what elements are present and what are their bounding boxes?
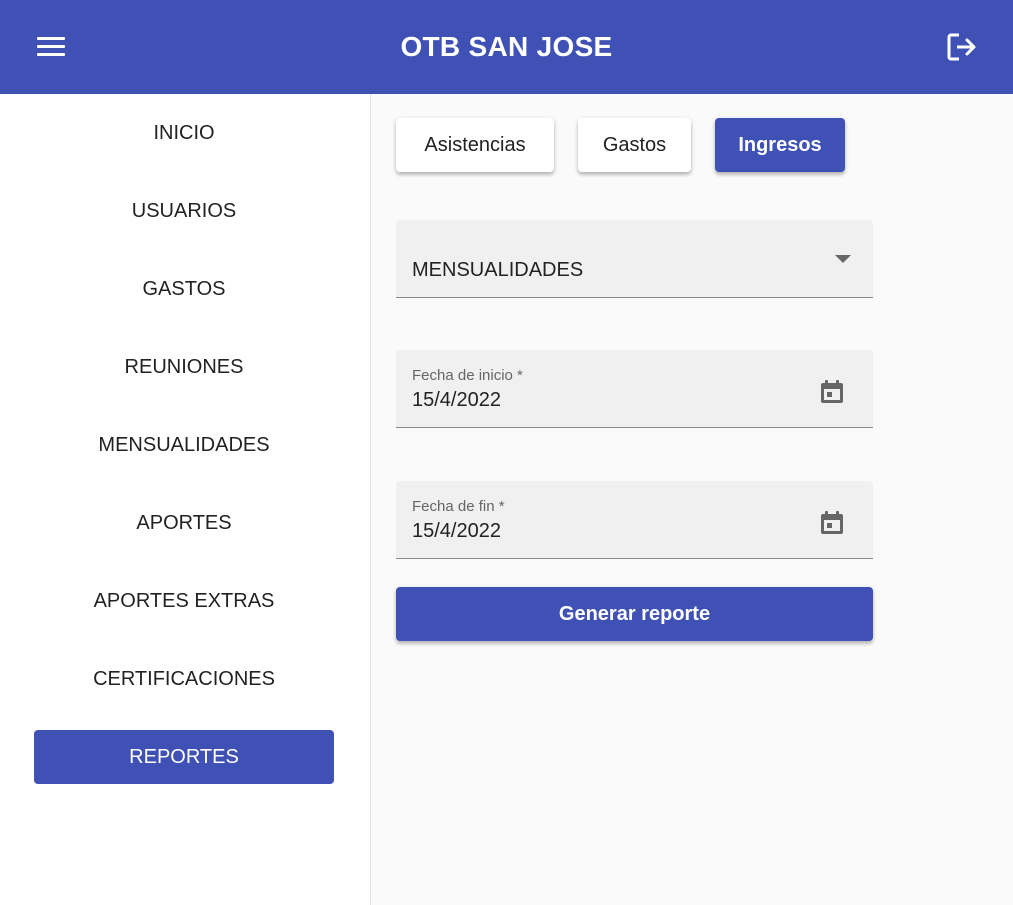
dropdown-arrow-icon[interactable] <box>835 255 851 263</box>
sidebar: INICIO USUARIOS GASTOS REUNIONES MENSUAL… <box>0 94 371 905</box>
app-bar: OTB SAN JOSE <box>0 0 1013 94</box>
sidebar-item-aportes[interactable]: APORTES <box>34 496 334 550</box>
tab-gastos[interactable]: Gastos <box>578 118 691 172</box>
sidebar-item-reuniones[interactable]: REUNIONES <box>34 340 334 394</box>
sidebar-item-mensualidades[interactable]: MENSUALIDADES <box>34 418 334 472</box>
end-date-label: Fecha de fin * <box>412 498 505 515</box>
sidebar-item-usuarios[interactable]: USUARIOS <box>34 184 334 238</box>
calendar-icon[interactable] <box>819 510 845 536</box>
sidebar-item-certificaciones[interactable]: CERTIFICACIONES <box>34 652 334 706</box>
tab-ingresos[interactable]: Ingresos <box>715 118 845 172</box>
sidebar-item-reportes[interactable]: REPORTES <box>34 730 334 784</box>
generate-report-button[interactable]: Generar reporte <box>396 587 873 641</box>
report-type-value: MENSUALIDADES <box>412 259 584 281</box>
sidebar-item-gastos[interactable]: GASTOS <box>34 262 334 316</box>
start-date-field[interactable]: Fecha de inicio * 15/4/2022 <box>396 350 873 428</box>
app-title: OTB SAN JOSE <box>400 31 613 62</box>
report-type-select[interactable]: MENSUALIDADES <box>396 220 873 298</box>
main-content: Asistencias Gastos Ingresos MENSUALIDADE… <box>372 94 1013 905</box>
start-date-value[interactable]: 15/4/2022 <box>412 389 501 412</box>
end-date-field[interactable]: Fecha de fin * 15/4/2022 <box>396 481 873 559</box>
sidebar-item-aportes-extras[interactable]: APORTES EXTRAS <box>34 574 334 628</box>
logout-button[interactable] <box>943 28 981 66</box>
calendar-icon[interactable] <box>819 379 845 405</box>
tab-asistencias[interactable]: Asistencias <box>396 118 554 172</box>
logout-icon <box>947 33 976 61</box>
sidebar-item-inicio[interactable]: INICIO <box>34 106 334 160</box>
start-date-label: Fecha de inicio * <box>412 367 523 384</box>
end-date-value[interactable]: 15/4/2022 <box>412 520 501 543</box>
